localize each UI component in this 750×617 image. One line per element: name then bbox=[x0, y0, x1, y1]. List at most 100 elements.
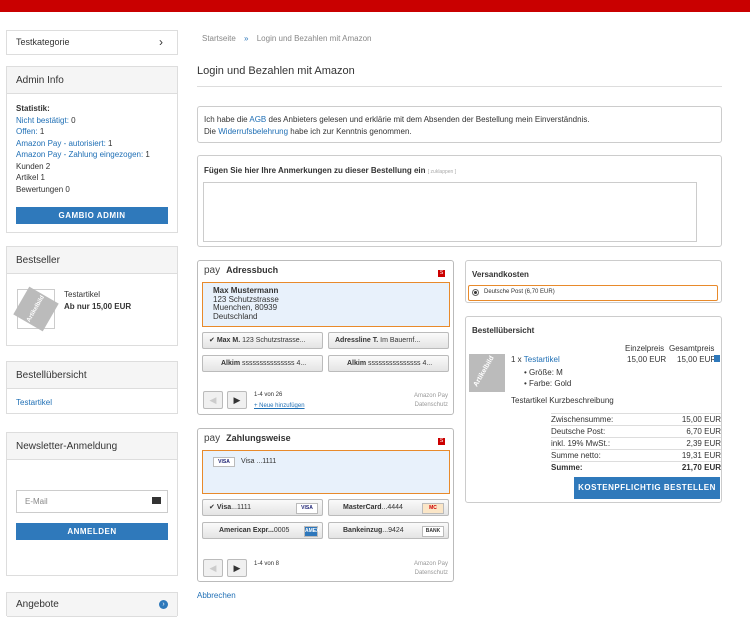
admin-info-panel: Admin Info Statistik: Nicht bestätigt: 0… bbox=[6, 66, 178, 233]
totals-value: 21,70 EUR bbox=[681, 463, 721, 472]
newsletter-title: Newsletter-Anmeldung bbox=[7, 433, 177, 460]
amazon-badge-icon: S bbox=[438, 438, 445, 445]
offers-title: Angebote bbox=[7, 593, 177, 617]
selected-card-label: Visa ...1111 bbox=[241, 458, 277, 465]
place-order-button[interactable]: KOSTENPFLICHTIG BESTELLEN bbox=[574, 477, 720, 499]
address-option[interactable]: Adressline T. Im Bauernf... bbox=[328, 332, 449, 349]
address-option[interactable]: ✔ Max M. 123 Schutzstrasse... bbox=[202, 332, 323, 349]
add-address-link[interactable]: + Neue hinzufügen bbox=[254, 403, 305, 409]
stat-value: 1 bbox=[37, 127, 45, 136]
widerruf-link[interactable]: Widerrufsbelehrung bbox=[218, 127, 288, 136]
overview-item[interactable]: Testartikel bbox=[16, 398, 52, 407]
totals-label: Deutsche Post: bbox=[551, 427, 606, 436]
stat-line: Amazon Pay - Zahlung eingezogen: 1 bbox=[16, 149, 168, 161]
amex-icon: AMEX bbox=[304, 526, 319, 537]
collapse-link[interactable]: [ zuklappen ] bbox=[428, 169, 456, 175]
shipping-option[interactable]: Deutsche Post (6,70 EUR) bbox=[468, 285, 718, 301]
privacy-link[interactable]: Datenschutz bbox=[414, 401, 448, 410]
totals-value: 15,00 EUR bbox=[681, 415, 721, 424]
category-label: Testkategorie bbox=[16, 37, 70, 47]
selected-payment[interactable]: VISA Visa ...1111 bbox=[202, 450, 450, 494]
option-bold: Adressline T. bbox=[335, 337, 379, 344]
shipping-label: Deutsche Post (6,70 EUR) bbox=[484, 289, 555, 295]
stat-line: Offen: 1 bbox=[16, 126, 168, 138]
terms-text: habe ich zur Kenntnis genommen. bbox=[288, 127, 412, 136]
privacy-link[interactable]: Datenschutz bbox=[414, 569, 448, 578]
payment-option[interactable]: MasterCard...4444 MC bbox=[328, 499, 449, 516]
stat-label: Statistik: bbox=[16, 104, 50, 113]
next-page-button[interactable]: ▶ bbox=[227, 391, 247, 409]
stat-link[interactable]: Amazon Pay - autorisiert: bbox=[16, 139, 106, 148]
title-divider bbox=[197, 86, 722, 87]
top-bar bbox=[0, 0, 750, 12]
prev-page-button[interactable]: ◀ bbox=[203, 559, 223, 577]
product-description: Testartikel Kurzbeschreibung bbox=[511, 396, 614, 405]
selected-address[interactable]: Max Mustermann 123 Schutzstrasse Muenche… bbox=[202, 282, 450, 327]
summary-title: Bestellübersicht bbox=[472, 326, 535, 335]
agb-link[interactable]: AGB bbox=[249, 115, 266, 124]
stat-link[interactable]: Amazon Pay - Zahlung eingezogen: bbox=[16, 150, 143, 159]
option-rest: Im Bauernf... bbox=[378, 337, 421, 344]
stat-line: Nicht bestätigt: 0 bbox=[16, 115, 168, 127]
totals-label: inkl. 19% MwSt.: bbox=[551, 439, 611, 448]
next-page-button[interactable]: ▶ bbox=[227, 559, 247, 577]
attr-color: Farbe: Gold bbox=[529, 379, 572, 388]
payment-option[interactable]: American Expr...0005 AMEX bbox=[202, 522, 323, 539]
trash-icon[interactable] bbox=[714, 355, 720, 362]
address-option[interactable]: Alkim sssssssssssssss 4... bbox=[202, 355, 323, 372]
option-rest: ...1111 bbox=[231, 504, 251, 511]
bank-icon: BANK bbox=[422, 526, 444, 537]
stat-link[interactable]: Offen: bbox=[16, 127, 38, 136]
payment-option[interactable]: Bankeinzug...9424 BANK bbox=[328, 522, 449, 539]
bestseller-panel: Bestseller Artikelbild Testartikel Ab nu… bbox=[6, 246, 178, 346]
mastercard-icon: MC bbox=[422, 503, 444, 514]
breadcrumb-home[interactable]: Startseite bbox=[202, 34, 236, 43]
totals-value: 19,31 EUR bbox=[681, 451, 721, 460]
email-field[interactable]: E-Mail bbox=[16, 490, 168, 513]
payment-range: 1-4 von 8 bbox=[254, 561, 280, 567]
totals-value: 2,39 EUR bbox=[686, 439, 721, 448]
bestseller-title: Bestseller bbox=[7, 247, 177, 274]
product-qty: 1 x bbox=[511, 355, 524, 364]
address-option[interactable]: Alkim sssssssssssssss 4... bbox=[328, 355, 449, 372]
payment-option[interactable]: ✔ Visa...1111 VISA bbox=[202, 499, 323, 516]
amazon-footer: Amazon Pay Datenschutz bbox=[414, 392, 448, 410]
product-image[interactable]: Artikelbild bbox=[13, 286, 59, 332]
category-item[interactable]: Testkategorie › bbox=[6, 30, 178, 55]
bestseller-product[interactable]: Testartikel bbox=[64, 290, 100, 299]
comments-label: Fügen Sie hier Ihre Anmerkungen zu diese… bbox=[204, 166, 426, 175]
email-placeholder: E-Mail bbox=[25, 497, 48, 506]
attr-item: • Farbe: Gold bbox=[524, 379, 572, 388]
newsletter-submit-button[interactable]: ANMELDEN bbox=[16, 523, 168, 540]
totals-label: Summe netto: bbox=[551, 451, 601, 460]
product-unit-price: 15,00 EUR bbox=[627, 355, 667, 364]
product-image[interactable]: Artikelbild bbox=[469, 354, 505, 392]
attr-item: • Größe: M bbox=[524, 368, 563, 377]
gambio-admin-button[interactable]: GAMBIO ADMIN bbox=[16, 207, 168, 224]
option-bold: Visa bbox=[216, 504, 232, 511]
check-icon: ✔ bbox=[209, 337, 215, 344]
overview-title: Bestellübersicht bbox=[7, 362, 177, 389]
shipping-title: Versandkosten bbox=[472, 270, 529, 279]
stat-line: Amazon Pay - autorisiert: 1 bbox=[16, 138, 168, 150]
option-bold: American Expr... bbox=[219, 527, 274, 534]
option-bold: Max M. bbox=[216, 337, 241, 344]
radio-icon[interactable] bbox=[472, 289, 479, 296]
product-attributes: • Größe: M • Farbe: Gold bbox=[524, 367, 571, 389]
shipping-box: Versandkosten Deutsche Post (6,70 EUR) bbox=[465, 260, 722, 303]
comments-textarea[interactable] bbox=[203, 182, 697, 242]
product-link[interactable]: Testartikel bbox=[524, 355, 560, 364]
address-widget: pay Adressbuch S Max Mustermann 123 Schut… bbox=[197, 260, 454, 415]
breadcrumb-separator: » bbox=[244, 34, 249, 43]
stat-link[interactable]: Nicht bestätigt: bbox=[16, 116, 69, 125]
option-bold: MasterCard bbox=[343, 504, 382, 511]
envelope-icon bbox=[152, 497, 161, 504]
cancel-link[interactable]: Abbrechen bbox=[197, 591, 236, 600]
offers-panel[interactable]: Angebote › bbox=[6, 592, 178, 617]
amazon-pay-logo: pay bbox=[204, 433, 221, 444]
amazon-pay-logo: pay bbox=[204, 265, 221, 276]
admin-info-title: Admin Info bbox=[7, 67, 177, 94]
prev-page-button[interactable]: ◀ bbox=[203, 391, 223, 409]
amazon-footer: Amazon Pay Datenschutz bbox=[414, 560, 448, 578]
visa-card-icon: VISA bbox=[213, 457, 235, 467]
